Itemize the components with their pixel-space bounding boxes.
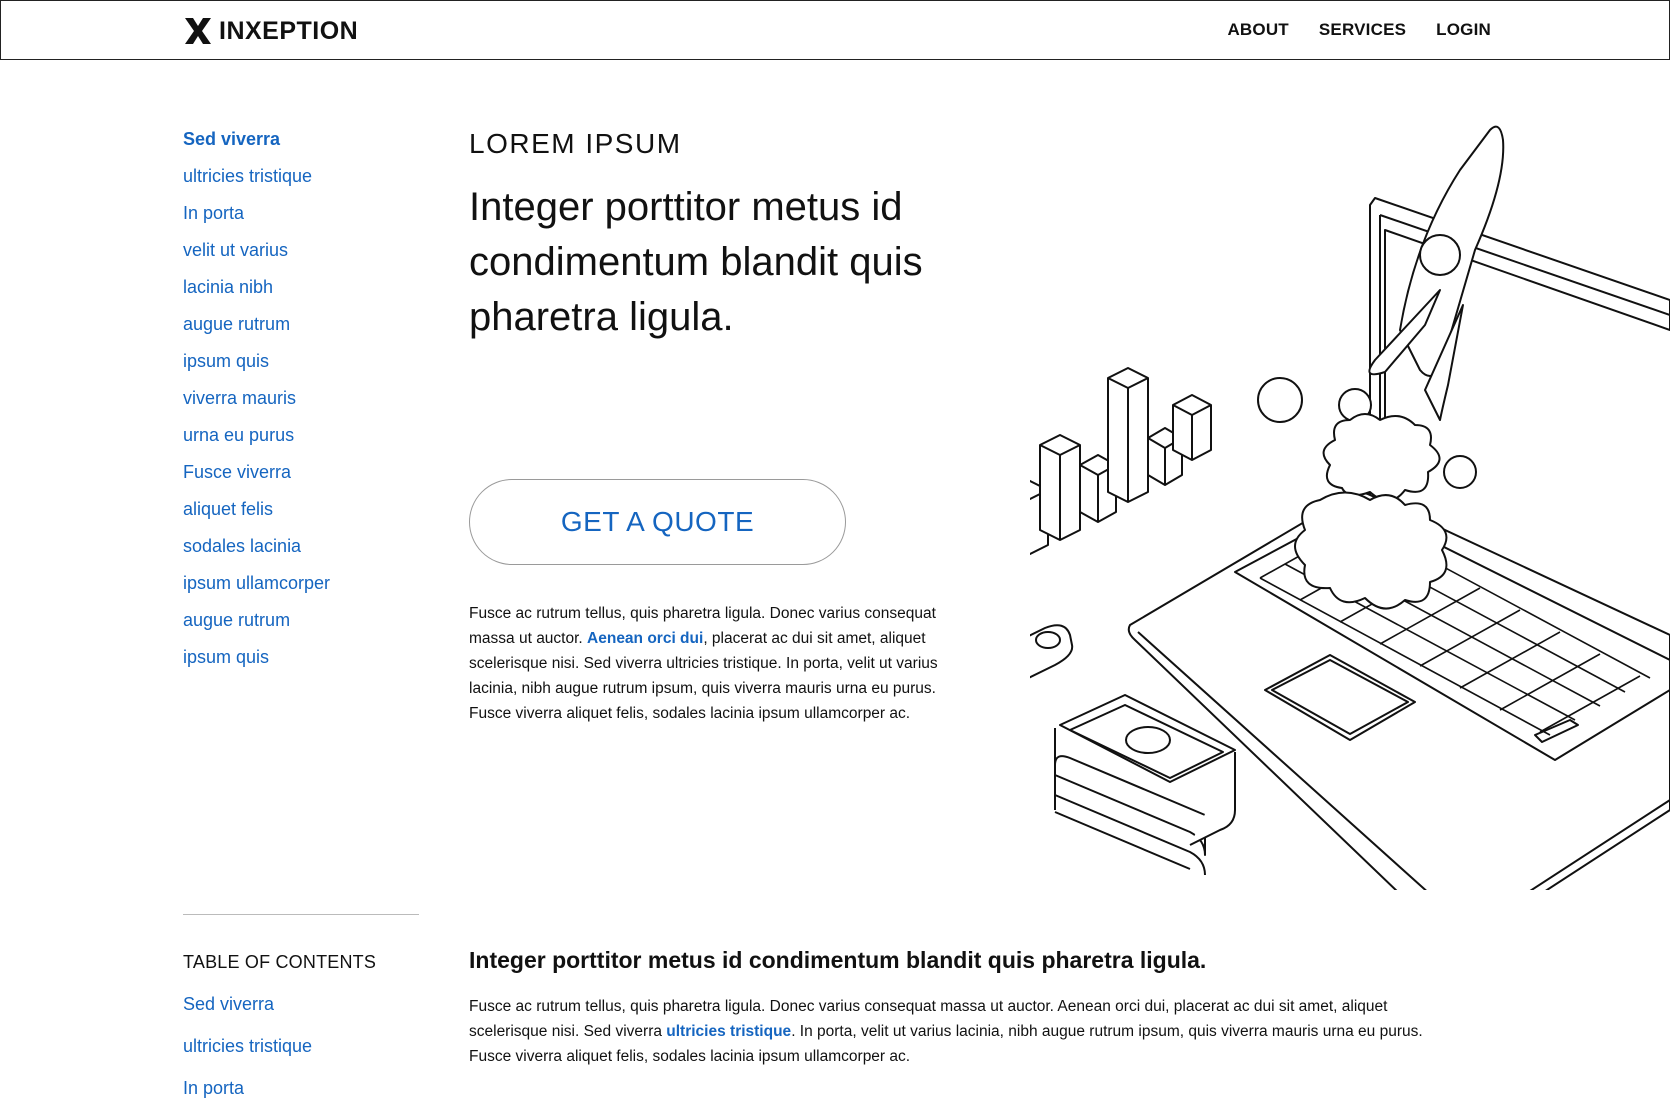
brand-logo[interactable]: INXEPTION	[183, 15, 358, 47]
sidebar-item[interactable]: aliquet felis	[183, 498, 423, 535]
sidebar-item[interactable]: augue rutrum	[183, 609, 423, 646]
section-title: Integer porttitor metus id condimentum b…	[469, 947, 1207, 973]
nav-about[interactable]: ABOUT	[1227, 20, 1288, 40]
sidebar-item[interactable]: Fusce viverra	[183, 461, 423, 498]
rocket-icon	[1368, 125, 1505, 421]
hero-headline: Integer porttitor metus id condimentum b…	[469, 185, 923, 339]
toc-item[interactable]: In porta	[183, 1077, 423, 1119]
hero-illustration	[1030, 125, 1670, 890]
toggle-switch-icon	[1030, 624, 1074, 679]
sidebar-item[interactable]: sodales lacinia	[183, 535, 423, 572]
logo-x-icon	[185, 18, 211, 44]
sidebar-item[interactable]: lacinia nibh	[183, 276, 423, 313]
hero-eyebrow: LOREM IPSUM	[469, 128, 682, 159]
toc-item[interactable]: ultricies tristique	[183, 1035, 423, 1077]
sidebar-divider	[183, 914, 419, 915]
table-of-contents: TABLE OF CONTENTS Sed viverra ultricies …	[183, 952, 423, 1119]
get-a-quote-button[interactable]: GET A QUOTE	[469, 479, 846, 565]
sidebar-item[interactable]: Sed viverra	[183, 128, 423, 165]
sidebar-item[interactable]: ultricies tristique	[183, 165, 423, 202]
sidebar-item[interactable]: ipsum ullamcorper	[183, 572, 423, 609]
nav-services[interactable]: SERVICES	[1319, 20, 1406, 40]
sidebar-item[interactable]: ipsum quis	[183, 646, 423, 683]
sidebar-item[interactable]: augue rutrum	[183, 313, 423, 350]
section-inline-link[interactable]: ultricies tristique	[666, 1023, 791, 1040]
money-stack-icon	[1054, 694, 1236, 876]
sidebar-item[interactable]: ipsum quis	[183, 350, 423, 387]
sidebar-nav: Sed viverra ultricies tristique In porta…	[183, 128, 423, 683]
sidebar-item[interactable]: viverra mauris	[183, 387, 423, 424]
toc-item[interactable]: Sed viverra	[183, 993, 423, 1035]
toc-title: TABLE OF CONTENTS	[183, 952, 377, 972]
sidebar-item[interactable]: velit ut varius	[183, 239, 423, 276]
hero-paragraph: Fusce ac rutrum tellus, quis pharetra li…	[469, 601, 949, 726]
hero-inline-link[interactable]: Aenean orci dui	[587, 630, 703, 647]
site-header: INXEPTION ABOUT SERVICES LOGIN	[0, 0, 1670, 60]
top-nav: ABOUT SERVICES LOGIN	[1227, 20, 1491, 40]
sidebar-item[interactable]: In porta	[183, 202, 423, 239]
sidebar-item[interactable]: urna eu purus	[183, 424, 423, 461]
bar-chart-icon	[1030, 367, 1212, 556]
nav-login[interactable]: LOGIN	[1436, 20, 1491, 40]
brand-name: INXEPTION	[219, 16, 359, 45]
section-paragraph: Fusce ac rutrum tellus, quis pharetra li…	[469, 994, 1469, 1069]
